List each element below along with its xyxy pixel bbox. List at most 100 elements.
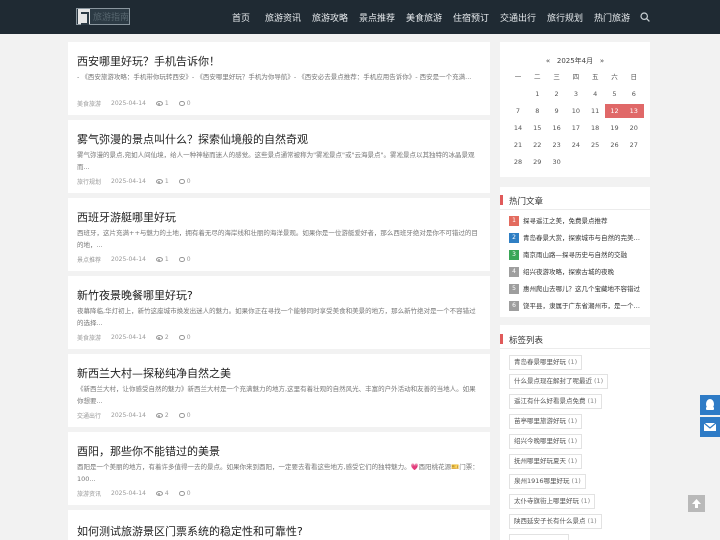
qq-contact-button[interactable] — [700, 395, 720, 415]
calendar-day[interactable]: 19 — [605, 121, 625, 135]
calendar-day[interactable]: 20 — [624, 121, 644, 135]
calendar-day[interactable]: 24 — [566, 138, 586, 152]
calendar-day[interactable]: 12 — [604, 104, 625, 118]
calendar-day[interactable]: 18 — [585, 121, 605, 135]
article-category[interactable]: 旅游资讯 — [77, 489, 101, 498]
calendar-day[interactable]: 22 — [527, 138, 547, 152]
article-title[interactable]: 西安哪里好玩？手机告诉你！ — [77, 53, 220, 69]
calendar-day[interactable]: 28 — [508, 155, 528, 169]
article-title[interactable]: 酉阳，那些你不能错过的美景 — [77, 443, 220, 459]
tag-item[interactable]: 青岛春景哪里好玩 (1) — [509, 355, 583, 370]
article-category[interactable]: 美食旅游 — [77, 333, 101, 342]
article-title[interactable]: 新竹夜景晚餐哪里好玩? — [77, 287, 193, 303]
arrow-up-icon — [692, 499, 701, 508]
site-logo[interactable]: 旅游指南 — [76, 8, 130, 25]
email-contact-button[interactable] — [700, 417, 720, 437]
article-excerpt: 雾气弥漫的景点,宛如人间仙境，给人一种神秘而迷人的感觉。这些景点通常被称为"雾凇… — [77, 151, 475, 171]
article-title[interactable]: 新西兰大村—探秘纯净自然之美 — [77, 365, 231, 381]
comment-count: 0 — [178, 412, 191, 419]
hot-article-item[interactable]: 1 探寻遥江之美，免费景点推荐 — [509, 215, 645, 226]
calendar-day[interactable]: 6 — [624, 87, 644, 101]
tag-item[interactable]: 苗亭哪里旅游好玩 (1) — [509, 414, 583, 429]
article-date: 2025-04-14 — [111, 490, 146, 497]
article-category[interactable]: 交通出行 — [77, 411, 101, 420]
rank-badge: 2 — [509, 233, 519, 243]
rank-badge: 3 — [509, 250, 519, 260]
nav-item-transport[interactable]: 交通出行 — [500, 11, 536, 24]
calendar-day[interactable]: 13 — [623, 104, 644, 118]
nav-item-food[interactable]: 美食旅游 — [406, 11, 442, 24]
logo-mark-icon — [78, 9, 90, 25]
article-title[interactable]: 如何测试旅游景区门票系统的稳定性和可靠性? — [77, 523, 303, 539]
tag-item[interactable]: 泉州1916哪里好玩 (1) — [509, 474, 586, 489]
nav-item-guides[interactable]: 旅游攻略 — [312, 11, 348, 24]
calendar-day[interactable]: 16 — [547, 121, 567, 135]
calendar-day[interactable]: 10 — [566, 104, 586, 118]
tag-item[interactable]: 太仆寺旗街上哪里好玩 (1) — [509, 494, 596, 509]
calendar-day[interactable]: 17 — [566, 121, 586, 135]
article-title[interactable]: 西班牙游艇哪里好玩 — [77, 209, 176, 225]
nav-item-lodging[interactable]: 住宿预订 — [453, 11, 489, 24]
calendar-day[interactable]: 14 — [508, 121, 528, 135]
tag-item[interactable]: 遥江有什么好看景点免费 (1) — [509, 394, 602, 409]
calendar-day[interactable]: 25 — [585, 138, 605, 152]
calendar-day[interactable]: 29 — [527, 155, 547, 169]
calendar-day[interactable]: 5 — [605, 87, 625, 101]
tag-item[interactable]: 抚州哪里好玩夏天 (1) — [509, 454, 583, 469]
calendar-day[interactable]: 26 — [605, 138, 625, 152]
article-date: 2025-04-14 — [111, 334, 146, 341]
calendar-day[interactable]: 2 — [547, 87, 567, 101]
calendar-day[interactable]: 30 — [547, 155, 567, 169]
view-count: 1 — [155, 256, 169, 263]
comment-icon — [178, 179, 185, 184]
calendar-day[interactable]: 27 — [624, 138, 644, 152]
tag-item[interactable]: 陕西延安子长有什么景点 (1) — [509, 514, 602, 529]
calendar-next-button[interactable]: » — [600, 57, 604, 65]
article-title[interactable]: 雾气弥漫的景点叫什么？探索仙境般的自然奇观 — [77, 131, 308, 147]
back-to-top-button[interactable] — [688, 495, 705, 512]
calendar-day[interactable]: 9 — [547, 104, 567, 118]
eye-icon — [155, 101, 163, 106]
view-count: 4 — [155, 490, 169, 497]
article-excerpt: - 《西安旅游攻略：手机带你玩转西安》- 《西安哪里好玩？手机为你导航》- 《西… — [77, 73, 472, 81]
calendar-day[interactable]: 11 — [585, 104, 605, 118]
article-category[interactable]: 景点推荐 — [77, 255, 101, 264]
calendar-weekday: 一 — [514, 73, 522, 81]
calendar-day[interactable]: 8 — [527, 104, 547, 118]
tag-item[interactable] — [509, 534, 569, 540]
tag-item[interactable]: 绍兴今晚哪里好玩 (1) — [509, 434, 583, 449]
comment-count: 0 — [178, 100, 191, 107]
calendar-day[interactable]: 21 — [508, 138, 528, 152]
calendar-prev-button[interactable]: « — [546, 57, 550, 65]
hot-article-item[interactable]: 3 南京雨山路—探寻历史与自然的交融 — [509, 249, 645, 260]
calendar-day[interactable]: 4 — [585, 87, 605, 101]
article-card: 酉阳，那些你不能错过的美景 酉阳是一个美丽的地方，有着许多值得一去的景点。如果你… — [68, 432, 490, 505]
calendar-day[interactable]: 23 — [547, 138, 567, 152]
comment-count: 0 — [178, 256, 191, 263]
hot-articles-title: 热门文章 — [509, 197, 544, 207]
calendar-day[interactable]: 1 — [527, 87, 547, 101]
eye-icon — [155, 413, 163, 418]
hot-article-item[interactable]: 6饶平县，隶属于广东省潮州市，是一个充满魅力的地方 — [509, 300, 645, 311]
eye-icon — [155, 179, 163, 184]
calendar-day[interactable]: 7 — [508, 104, 528, 118]
nav-item-attractions[interactable]: 景点推荐 — [359, 11, 395, 24]
article-category[interactable]: 旅行规划 — [77, 177, 101, 186]
search-icon[interactable] — [640, 12, 650, 22]
hot-article-item[interactable]: 4 绍兴夜游攻略，探索古城的夜晚 — [509, 266, 645, 277]
nav-item-planning[interactable]: 旅行规划 — [547, 11, 583, 24]
article-category[interactable]: 美食旅游 — [77, 99, 101, 108]
nav-item-home[interactable]: 首页 — [232, 11, 250, 24]
hot-article-item[interactable]: 2 青岛春景大赏，探索城市与自然的完美融合 — [509, 232, 645, 243]
calendar-day[interactable]: 15 — [527, 121, 547, 135]
tag-item[interactable]: 什么景点现在解封了呢最近 (1) — [509, 374, 609, 389]
nav-item-popular[interactable]: 热门旅游 — [594, 11, 630, 24]
calendar-day[interactable]: 3 — [566, 87, 586, 101]
article-meta: 美食旅游 2025-04-14 2 0 — [77, 333, 201, 342]
rank-badge: 1 — [509, 216, 519, 226]
calendar-weekday: 五 — [591, 73, 599, 81]
eye-icon — [155, 491, 163, 496]
hot-article-item[interactable]: 5 惠州爬山去哪儿？这几个宝藏地不容错过 — [509, 283, 645, 294]
comment-icon — [178, 335, 185, 340]
nav-item-news[interactable]: 旅游资讯 — [265, 11, 301, 24]
